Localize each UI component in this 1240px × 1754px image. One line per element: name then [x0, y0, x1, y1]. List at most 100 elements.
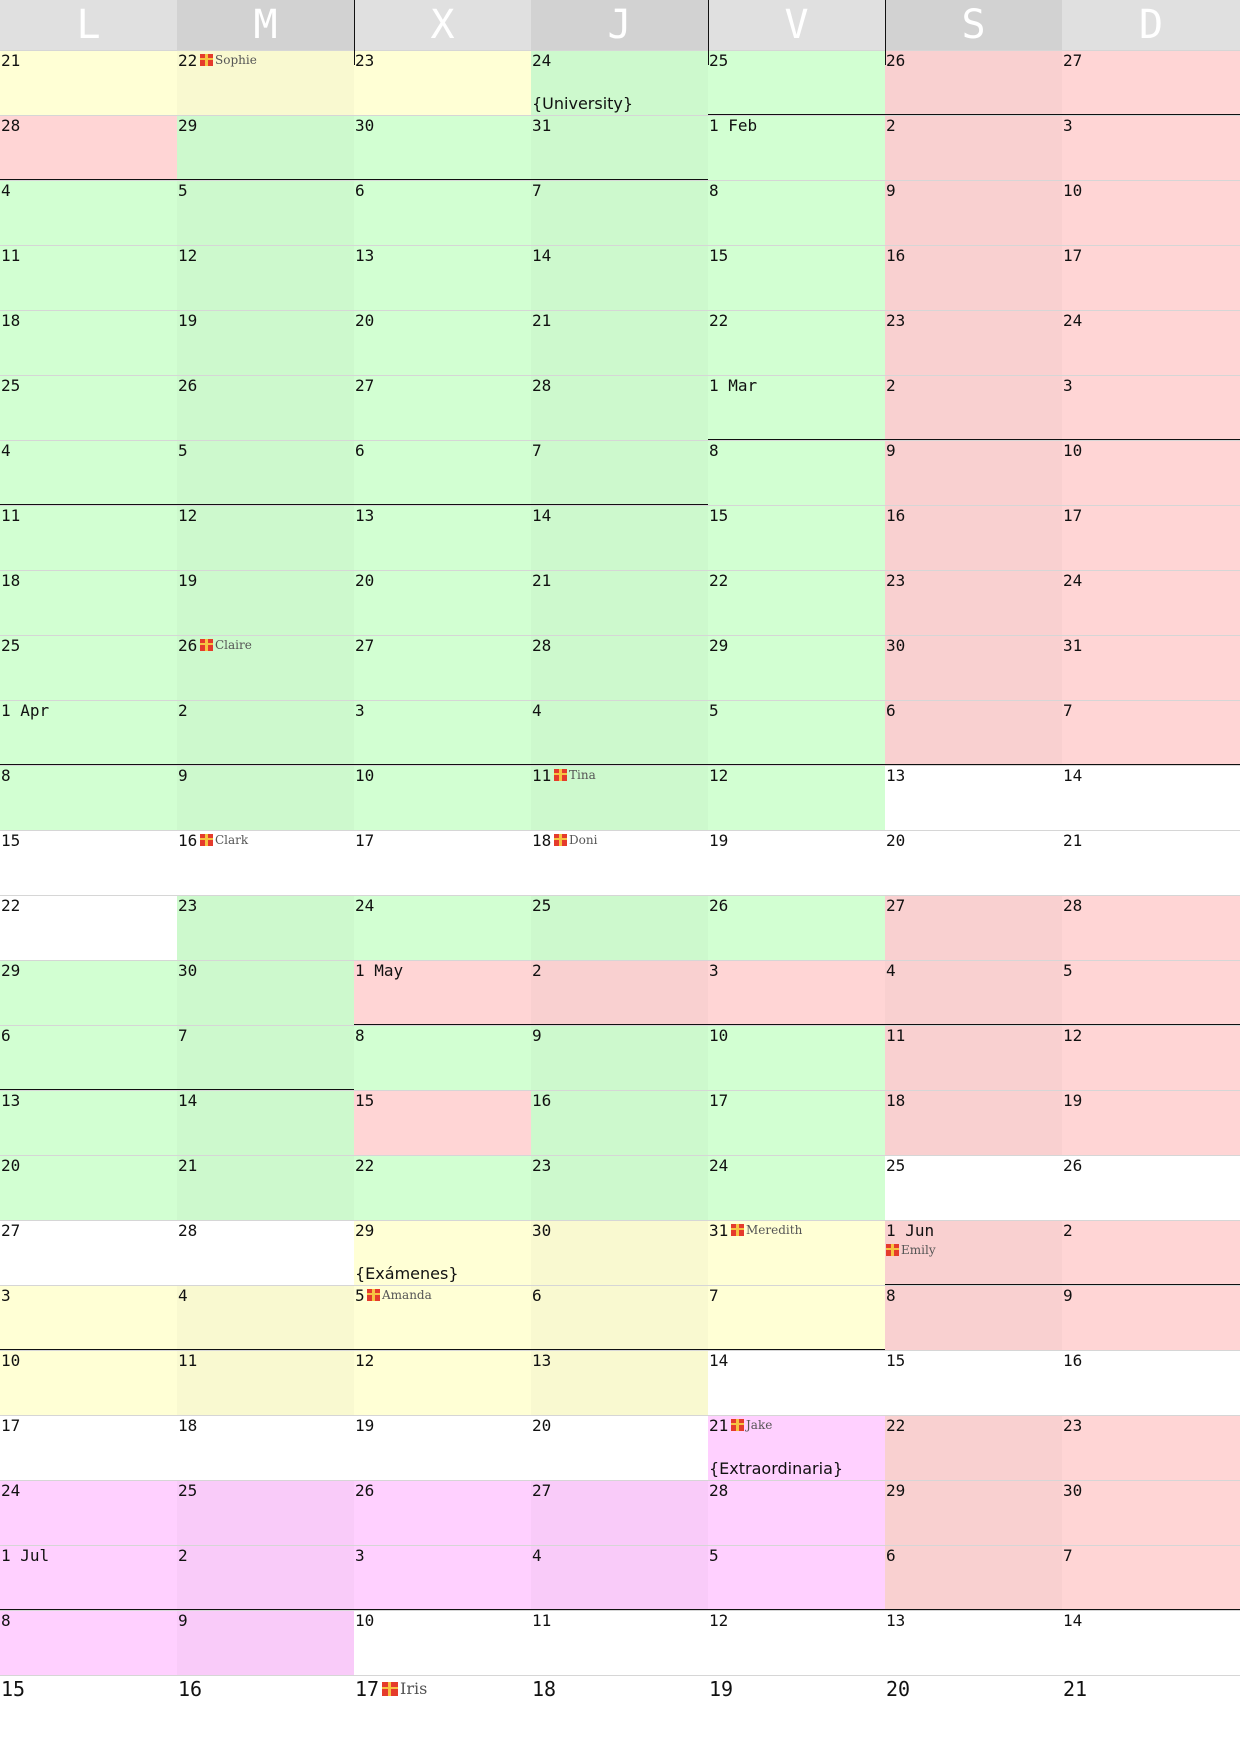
- day-cell[interactable]: 13: [885, 765, 1062, 830]
- day-cell[interactable]: 6: [531, 1285, 708, 1350]
- day-cell[interactable]: 12: [177, 245, 354, 310]
- day-cell[interactable]: 17: [1062, 245, 1240, 310]
- day-cell[interactable]: 9: [177, 765, 354, 830]
- day-cell[interactable]: 22: [708, 570, 885, 635]
- day-cell[interactable]: 12: [1062, 1025, 1240, 1090]
- day-cell[interactable]: 9: [885, 440, 1062, 505]
- day-cell[interactable]: 19: [177, 570, 354, 635]
- day-cell[interactable]: 13: [354, 505, 531, 570]
- day-cell[interactable]: 26: [354, 1480, 531, 1545]
- day-cell[interactable]: 7: [177, 1025, 354, 1090]
- day-cell[interactable]: 16: [885, 245, 1062, 310]
- day-cell[interactable]: 16: [531, 1090, 708, 1155]
- day-cell[interactable]: 21: [531, 310, 708, 375]
- day-cell[interactable]: 27: [1062, 50, 1240, 115]
- day-cell[interactable]: 7: [531, 440, 708, 505]
- day-cell[interactable]: 23: [531, 1155, 708, 1220]
- day-cell[interactable]: 13: [531, 1350, 708, 1415]
- day-cell[interactable]: 23: [177, 895, 354, 960]
- day-cell[interactable]: 17: [708, 1090, 885, 1155]
- day-cell[interactable]: 13: [0, 1090, 177, 1155]
- day-cell[interactable]: 29: [177, 115, 354, 180]
- day-cell[interactable]: 9: [885, 180, 1062, 245]
- day-cell[interactable]: 18: [0, 570, 177, 635]
- day-cell[interactable]: 4: [531, 700, 708, 765]
- day-cell[interactable]: 14: [1062, 765, 1240, 830]
- day-cell[interactable]: 31: [1062, 635, 1240, 700]
- day-cell[interactable]: 26: [708, 895, 885, 960]
- day-cell[interactable]: 28: [531, 635, 708, 700]
- day-cell[interactable]: 1 May: [354, 960, 531, 1025]
- day-cell[interactable]: 9: [1062, 1285, 1240, 1350]
- day-cell[interactable]: 23: [354, 50, 531, 115]
- day-cell[interactable]: 30: [177, 960, 354, 1025]
- day-cell[interactable]: 2: [177, 700, 354, 765]
- day-cell[interactable]: 15: [0, 830, 177, 895]
- day-cell[interactable]: 11: [0, 245, 177, 310]
- day-cell[interactable]: 12: [354, 1350, 531, 1415]
- day-cell[interactable]: 11: [531, 1610, 708, 1675]
- day-cell[interactable]: 14: [531, 245, 708, 310]
- day-cell[interactable]: 18: [885, 1090, 1062, 1155]
- day-cell[interactable]: 24 {University}: [531, 50, 708, 115]
- day-cell[interactable]: 19: [708, 830, 885, 895]
- day-cell[interactable]: 26: [1062, 1155, 1240, 1220]
- day-cell[interactable]: 3: [354, 1545, 531, 1610]
- day-cell[interactable]: 9: [177, 1610, 354, 1675]
- day-cell[interactable]: 5: [708, 1545, 885, 1610]
- day-cell[interactable]: 28: [531, 375, 708, 440]
- day-cell[interactable]: 21: [177, 1155, 354, 1220]
- day-cell[interactable]: 15: [708, 505, 885, 570]
- day-cell[interactable]: 28: [177, 1220, 354, 1285]
- day-cell[interactable]: 14: [531, 505, 708, 570]
- day-cell[interactable]: 17: [1062, 505, 1240, 570]
- day-cell[interactable]: 5: [1062, 960, 1240, 1025]
- day-cell[interactable]: 18: [531, 1675, 708, 1754]
- day-cell[interactable]: 27: [354, 375, 531, 440]
- day-cell[interactable]: 28: [0, 115, 177, 180]
- day-cell[interactable]: 5 Amanda: [354, 1285, 531, 1350]
- day-cell[interactable]: 8: [0, 1610, 177, 1675]
- day-cell[interactable]: 23: [885, 570, 1062, 635]
- day-cell[interactable]: 19: [177, 310, 354, 375]
- day-cell[interactable]: 28: [708, 1480, 885, 1545]
- day-cell[interactable]: 18 Doni: [531, 830, 708, 895]
- day-cell[interactable]: 6: [354, 440, 531, 505]
- day-cell[interactable]: 1 Mar: [708, 375, 885, 440]
- day-cell[interactable]: 19: [354, 1415, 531, 1480]
- day-cell[interactable]: 26: [177, 375, 354, 440]
- day-cell[interactable]: 21: [0, 50, 177, 115]
- day-cell[interactable]: 4: [531, 1545, 708, 1610]
- day-cell[interactable]: 29: [885, 1480, 1062, 1545]
- day-cell[interactable]: 29: [0, 960, 177, 1025]
- day-cell[interactable]: 7: [1062, 700, 1240, 765]
- day-cell[interactable]: 16: [1062, 1350, 1240, 1415]
- day-cell[interactable]: 19: [708, 1675, 885, 1754]
- day-cell[interactable]: 15: [0, 1675, 177, 1754]
- day-cell[interactable]: 17: [0, 1415, 177, 1480]
- day-cell[interactable]: 24: [1062, 570, 1240, 635]
- day-cell[interactable]: 12: [708, 765, 885, 830]
- day-cell[interactable]: 10: [354, 765, 531, 830]
- day-cell[interactable]: 6: [885, 1545, 1062, 1610]
- day-cell[interactable]: 3: [354, 700, 531, 765]
- day-cell[interactable]: 8: [708, 440, 885, 505]
- day-cell[interactable]: 2: [177, 1545, 354, 1610]
- day-cell[interactable]: 22: [885, 1415, 1062, 1480]
- day-cell[interactable]: 11: [885, 1025, 1062, 1090]
- day-cell[interactable]: 2: [885, 115, 1062, 180]
- day-cell[interactable]: 30: [354, 115, 531, 180]
- day-cell[interactable]: 31: [531, 115, 708, 180]
- day-cell[interactable]: 12: [177, 505, 354, 570]
- day-cell[interactable]: 21: [1062, 830, 1240, 895]
- day-cell[interactable]: 27: [531, 1480, 708, 1545]
- day-cell[interactable]: 7: [1062, 1545, 1240, 1610]
- day-cell[interactable]: 4: [0, 440, 177, 505]
- day-cell[interactable]: 29 {Exámenes}: [354, 1220, 531, 1285]
- day-cell[interactable]: 6: [0, 1025, 177, 1090]
- day-cell[interactable]: 1 Apr: [0, 700, 177, 765]
- day-cell[interactable]: 20: [531, 1415, 708, 1480]
- day-cell[interactable]: 3: [708, 960, 885, 1025]
- day-cell[interactable]: 10: [0, 1350, 177, 1415]
- day-cell[interactable]: 27: [354, 635, 531, 700]
